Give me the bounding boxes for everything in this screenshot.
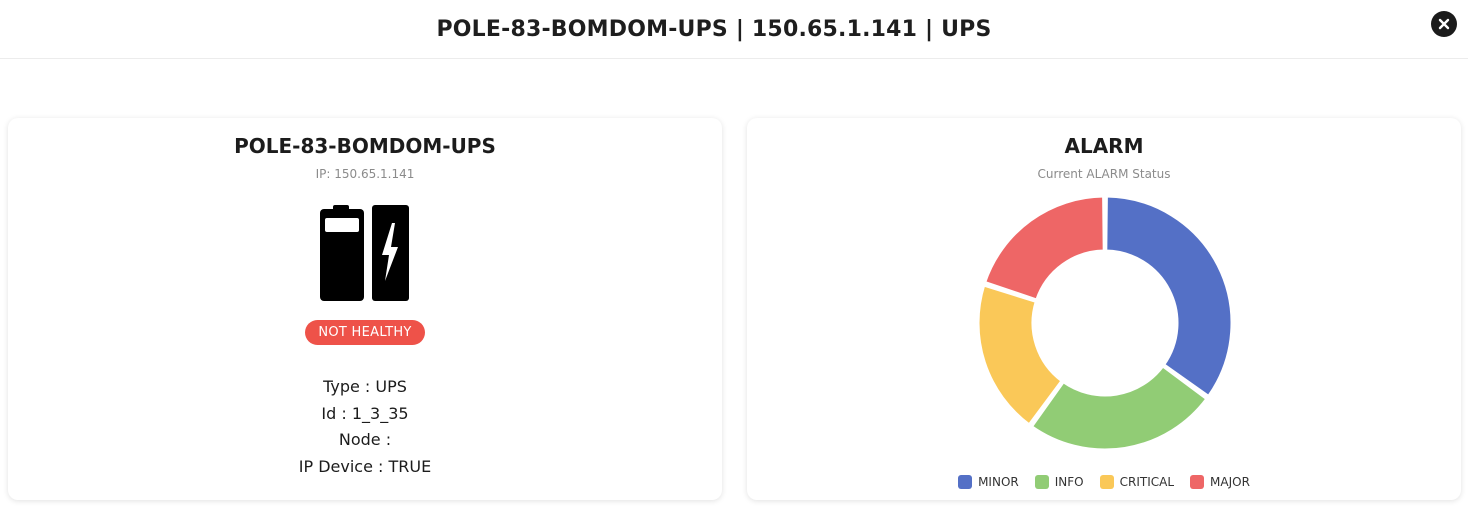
donut-slice-minor[interactable]: [1104, 194, 1234, 399]
device-card: POLE-83-BOMDOM-UPS IP: 150.65.1.141 NOT …: [8, 118, 722, 500]
legend-item-minor[interactable]: MINOR: [958, 475, 1019, 489]
close-icon: [1438, 18, 1450, 30]
info-node: Node :: [338, 430, 392, 449]
legend-label: CRITICAL: [1119, 475, 1175, 489]
legend-swatch: [1099, 475, 1114, 489]
legend-label: INFO: [1054, 475, 1084, 489]
legend-item-major[interactable]: MAJOR: [1190, 475, 1250, 489]
modal-header: POLE-83-BOMDOM-UPS | 150.65.1.141 | UPS: [0, 0, 1468, 59]
legend-swatch: [958, 475, 973, 489]
device-ip: IP: 150.65.1.141: [315, 167, 415, 181]
legend-item-info[interactable]: INFO: [1034, 475, 1084, 489]
ups-battery-icon: [320, 205, 410, 301]
alarm-donut-chart: [976, 194, 1234, 452]
info-id: Id : 1_3_35: [321, 403, 409, 423]
legend-swatch: [1190, 475, 1205, 489]
device-info-list: Type : UPS Id : 1_3_35 Node : IP Device …: [8, 374, 722, 480]
legend-item-critical[interactable]: CRITICAL: [1099, 475, 1175, 489]
chart-legend: MINOR INFO CRITICAL MAJOR: [747, 475, 1461, 489]
legend-label: MINOR: [978, 475, 1019, 489]
donut-slice-major[interactable]: [983, 194, 1106, 302]
device-name: POLE-83-BOMDOM-UPS: [234, 134, 496, 158]
alarm-card: ALARM Current ALARM Status MINOR INFO CR…: [747, 118, 1461, 500]
info-ip-device: IP Device : TRUE: [298, 456, 432, 476]
legend-swatch: [1034, 475, 1049, 489]
status-badge: NOT HEALTHY: [305, 320, 425, 345]
info-type: Type : UPS: [323, 377, 407, 396]
legend-label: MAJOR: [1210, 475, 1250, 489]
modal-title: POLE-83-BOMDOM-UPS | 150.65.1.141 | UPS: [436, 16, 992, 42]
close-button[interactable]: [1431, 11, 1457, 37]
